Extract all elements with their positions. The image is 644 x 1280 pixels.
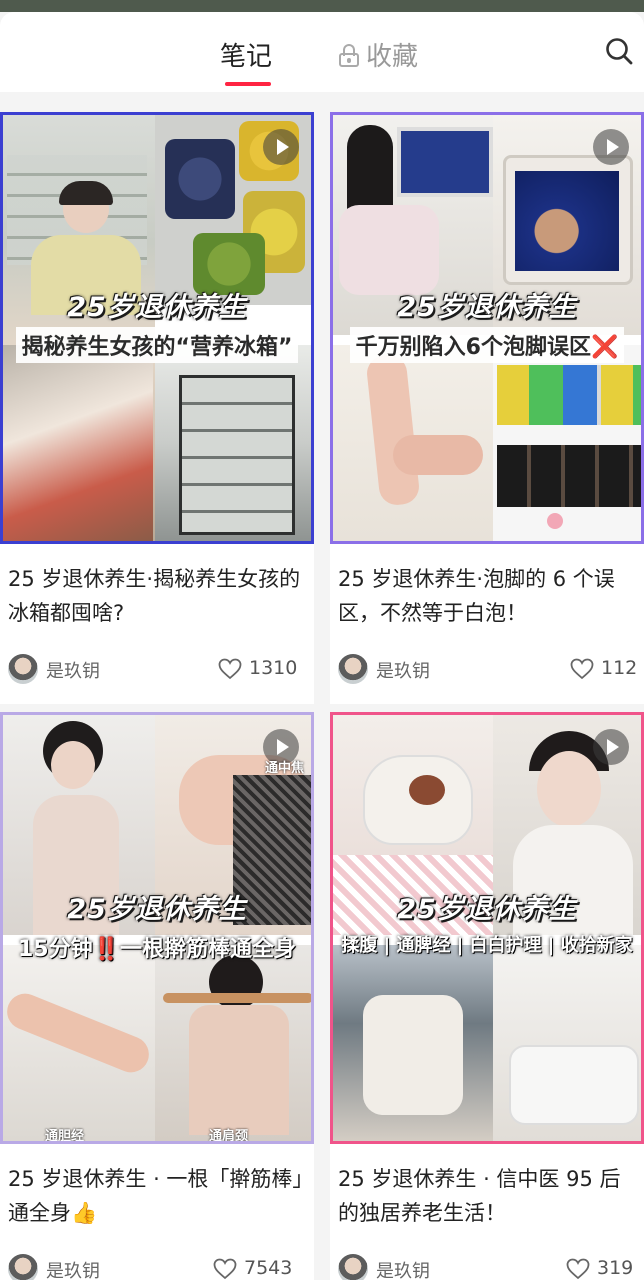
cover-overlay-title: 25岁退休养生: [397, 292, 577, 323]
cover-overlay-subtitle: 15分钟‼️一根擀筋棒通全身: [17, 937, 296, 962]
note-cover-image[interactable]: 25岁退休养生 揭秘养生女孩的“营养冰箱”: [0, 112, 314, 544]
video-play-icon: [263, 129, 299, 165]
cover-tag: 通肩颈: [209, 1129, 249, 1144]
cover-overlay-title: 25岁退休养生: [67, 292, 247, 323]
note-title[interactable]: 25 岁退休养生·揭秘养生女孩的冰箱都囤啥?: [8, 562, 308, 630]
cover-overlay-title: 25岁退休养生: [67, 894, 247, 925]
like-count: 112: [601, 657, 638, 679]
note-cover-image[interactable]: 通中焦 通胆经 通肩颈 25岁退休养生 15分钟‼️一根擀筋棒通全身: [0, 712, 314, 1144]
author-name[interactable]: 是玖钥: [46, 657, 100, 683]
top-tab-bar: 笔记 收藏: [0, 12, 644, 92]
cover-tag: 通中焦: [265, 761, 305, 776]
search-icon[interactable]: [604, 36, 634, 66]
note-cover-image[interactable]: 25岁退休养生 揉腹 | 通脾经 | 白白护理 | 收拾新家: [330, 712, 644, 1144]
lock-icon: [338, 43, 360, 67]
cover-overlay-subtitle: 揭秘养生女孩的“营养冰箱”: [3, 327, 311, 363]
heart-icon[interactable]: [566, 1258, 590, 1280]
note-card[interactable]: 25岁退休养生 揉腹 | 通脾经 | 白白护理 | 收拾新家 25 岁退休养生 …: [330, 712, 644, 1280]
video-play-icon: [593, 129, 629, 165]
author-name[interactable]: 是玖钥: [376, 1257, 430, 1280]
avatar[interactable]: [338, 1254, 368, 1280]
tab-favorites-label: 收藏: [366, 42, 419, 72]
heart-icon[interactable]: [570, 658, 594, 680]
note-title[interactable]: 25 岁退休养生 · 信中医 95 后的独居养老生活！: [338, 1162, 638, 1230]
video-play-icon: [593, 729, 629, 765]
avatar[interactable]: [8, 1254, 38, 1280]
note-title[interactable]: 25 岁退休养生·泡脚的 6 个误区，不然等于白泡！: [338, 562, 638, 630]
tab-notes[interactable]: 笔记: [220, 36, 272, 73]
note-card[interactable]: 25岁退休养生 千万别陷入6个泡脚误区❌ 25 岁退休养生·泡脚的 6 个误区，…: [330, 112, 644, 704]
author-name[interactable]: 是玖钥: [46, 1257, 100, 1280]
like-count: 7543: [244, 1257, 293, 1279]
note-cover-image[interactable]: 25岁退休养生 千万别陷入6个泡脚误区❌: [330, 112, 644, 544]
author-name[interactable]: 是玖钥: [376, 657, 430, 683]
avatar[interactable]: [8, 654, 38, 684]
cover-tag: 通胆经: [45, 1129, 85, 1144]
status-strip: [0, 0, 644, 12]
note-title[interactable]: 25 岁退休养生 · 一根「擀筋棒」通全身👍: [8, 1162, 308, 1230]
heart-icon[interactable]: [213, 1258, 237, 1280]
cover-overlay-title: 25岁退休养生: [397, 894, 577, 925]
like-count: 1310: [249, 657, 298, 679]
note-card[interactable]: 通中焦 通胆经 通肩颈 25岁退休养生 15分钟‼️一根擀筋棒通全身 25 岁退…: [0, 712, 314, 1280]
cover-overlay-subtitle: 千万别陷入6个泡脚误区❌: [333, 327, 641, 363]
heart-icon[interactable]: [218, 658, 242, 680]
tab-favorites[interactable]: 收藏: [338, 36, 418, 73]
active-tab-indicator: [225, 82, 271, 86]
cover-overlay-subtitle: 揉腹 | 通脾经 | 白白护理 | 收拾新家: [341, 935, 633, 956]
note-card[interactable]: 25岁退休养生 揭秘养生女孩的“营养冰箱” 25 岁退休养生·揭秘养生女孩的冰箱…: [0, 112, 314, 704]
tab-notes-label: 笔记: [220, 42, 273, 72]
like-count: 319: [597, 1257, 634, 1279]
avatar[interactable]: [338, 654, 368, 684]
